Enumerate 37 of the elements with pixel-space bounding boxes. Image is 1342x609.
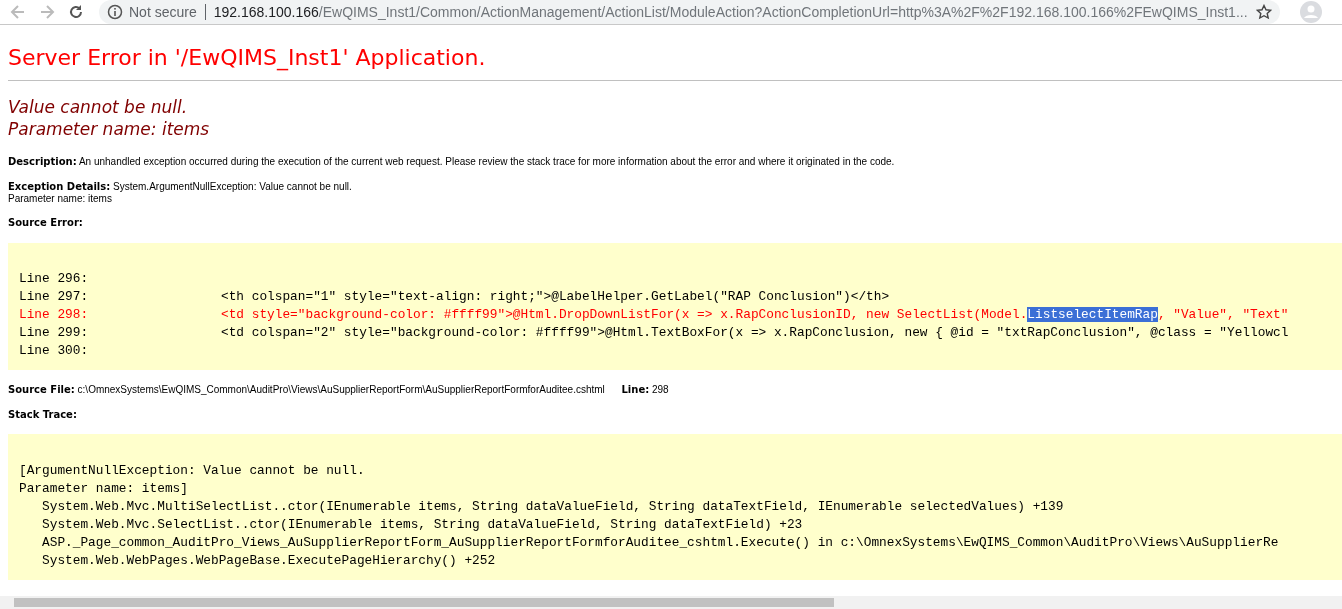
source-error-label: Source Error: (8, 217, 83, 228)
code-line: <td colspan="2" style="background-color: #ffff99">@Html.TextBoxFor(x => x.RapConclusion, new { @id = "txtRapConclusion", @class = "Yellowcl (221, 324, 1289, 342)
line-number: Line 298: (19, 306, 90, 324)
description-label: Description: (8, 156, 77, 167)
source-file-path: c:\OmnexSystems\EwQIMS_Common\AuditPro\Views\AuSupplierReportForm\AuSupplierReportFormforAuditee.cshtml (77, 384, 605, 395)
stack-trace-line: System.Web.Mvc.SelectList..ctor(IEnumerable items, String dataValueField, String dataTextField) +23 (41, 516, 804, 534)
stack-trace-line: ASP._Page_common_AuditPro_Views_AuSupplierReportForm_AuSupplierReportFormforAuditee_cshtml.Execute() in c:\OmnexSystems\EwQIMS_Common\AuditPro\Views\AuSupplierRe (41, 534, 1280, 552)
scrollbar-thumb[interactable] (14, 598, 834, 607)
code-line: <th colspan="1" style="text-align: right;">@LabelHelper.GetLabel("RAP Conclusion")</th> (221, 288, 890, 306)
error-message: Parameter name: items (8, 118, 211, 140)
horizontal-scrollbar[interactable] (0, 596, 1342, 609)
line-number: Line 299: (19, 324, 90, 342)
profile-avatar-icon[interactable] (1300, 1, 1322, 23)
source-file-label: Source File: (8, 384, 75, 395)
stack-trace-label: Stack Trace: (8, 409, 77, 420)
exception-details-text: Parameter name: items (8, 193, 112, 204)
exception-details-text: System.ArgumentNullException: Value cannot be null. (113, 181, 352, 192)
info-icon[interactable] (107, 4, 123, 20)
line-number: Line 296: (19, 270, 90, 288)
code-line: <td style="background-color: #ffff99">@Html.DropDownListFor(x => x.RapConclusionID, new SelectList(Model.ListselectItemRap, "Value", "Text" (221, 306, 1289, 324)
address-bar[interactable]: Not secure 192.168.100.166/EwQIMS_Inst1/Common/ActionManagement/ActionList/ModuleAction?ActionCompletionUrl=http%3A%2F%2F192.168.100.166%2FEwQIMS_Inst1... (99, 0, 1280, 24)
url-host: 192.168.100.166 (213, 4, 319, 20)
line-value: 298 (651, 384, 669, 395)
description-text: An unhandled exception occurred during the execution of the current web request. Please review the stack trace for more information about the error and where it originated in the code. (78, 156, 895, 167)
exception-details-label: Exception Details: (8, 181, 111, 192)
line-number: Line 300: (19, 342, 90, 360)
star-icon[interactable] (1256, 4, 1272, 20)
stack-trace-line: System.Web.WebPages.WebPageBase.ExecutePageHierarchy() +252 (41, 552, 497, 570)
stack-trace-line: [ArgumentNullException: Value cannot be null. (19, 462, 366, 480)
security-label: Not secure (123, 4, 206, 20)
error-title: Server Error in '/EwQIMS_Inst1' Application. (8, 45, 487, 70)
url-path: /EwQIMS_Inst1/Common/ActionManagement/ActionList/ModuleAction?ActionCompletionUrl=http%3A%2F%2F192.168.100.166%2FEwQIMS_Inst1... (318, 4, 1248, 20)
line-number: Line 297: (19, 288, 90, 306)
line-label: Line: (621, 384, 650, 395)
stack-trace-line: System.Web.Mvc.MultiSelectList..ctor(IEnumerable items, String dataValueField, String dataTextField, IEnumerable selectedValues) +139 (41, 498, 1065, 516)
stack-trace-line: Parameter name: items] (19, 480, 189, 498)
error-message: Value cannot be null. (8, 96, 189, 118)
